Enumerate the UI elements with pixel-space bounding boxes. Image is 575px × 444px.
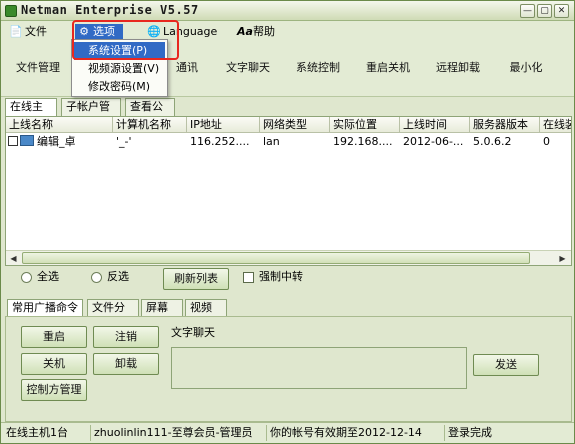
row-computer-name: '_-' [116, 135, 132, 148]
toolbar-file-manager[interactable]: 文件管理 [9, 56, 67, 80]
menu-item-change-password[interactable]: 修改密码(M) [74, 78, 165, 96]
logoff-button[interactable]: 注销 [93, 326, 159, 348]
app-window: Netman Enterprise V5.57 — ▢ ✕ 📄 文件 ⚙ 选项 … [0, 0, 575, 444]
force-relay-label: 强制中转 [259, 270, 303, 283]
toolbar-system-control[interactable]: 系统控制 [289, 56, 347, 80]
scroll-left-icon[interactable]: ◀ [6, 251, 21, 266]
row-name-cell: 编辑_卓 [8, 133, 113, 150]
uninstall-button[interactable]: 卸载 [93, 353, 159, 375]
restore-button[interactable]: ▢ [537, 4, 552, 18]
restart-button[interactable]: 重启 [21, 326, 87, 348]
annotation-highlight [72, 20, 179, 60]
select-all-label: 全选 [37, 270, 59, 283]
status-account: zhuolinlin111-至尊会员-管理员 [91, 425, 267, 441]
status-expiry: 你的帐号有效期至2012-12-14 [267, 425, 445, 441]
toolbar-restart-shutdown[interactable]: 重启关机 [359, 56, 417, 80]
row-server-version: 5.0.6.2 [473, 135, 512, 148]
toolbar-text-chat[interactable]: 文字聊天 [219, 56, 277, 80]
force-relay-checkbox[interactable] [243, 272, 254, 283]
send-button[interactable]: 发送 [473, 354, 539, 376]
help-icon: Aa [237, 25, 253, 38]
scroll-right-icon[interactable]: ▶ [555, 251, 570, 266]
col-online-install[interactable]: 在线装 [540, 117, 571, 133]
chat-input[interactable] [171, 347, 467, 389]
selection-options: 全选 反选 刷新列表 强制中转 [1, 265, 574, 295]
status-login: 登录完成 [448, 426, 492, 439]
row-location: 192.168.... [333, 135, 393, 148]
close-button[interactable]: ✕ [554, 4, 569, 18]
row-online-name: 编辑_卓 [37, 135, 76, 148]
col-computer-name[interactable]: 计算机名称 [113, 117, 187, 133]
status-online-count: 在线主机1台 [3, 425, 91, 441]
col-server-version[interactable]: 服务器版本 [470, 117, 540, 133]
col-location[interactable]: 实际位置 [330, 117, 400, 133]
row-network-type: lan [263, 135, 280, 148]
online-hosts-table: 上线名称 计算机名称 IP地址 网络类型 实际位置 上线时间 服务器版本 在线装… [5, 116, 572, 266]
tab-sub-accounts[interactable]: 子帐户管理 [61, 98, 121, 129]
tab-announcements[interactable]: 查看公告 [125, 98, 175, 129]
chat-label: 文字聊天 [171, 326, 215, 339]
toolbar-remote-uninstall[interactable]: 远程卸载 [429, 56, 487, 80]
select-all-radio[interactable] [21, 272, 32, 283]
invert-label: 反选 [107, 270, 129, 283]
tab-video-wall[interactable]: 视频墙 [185, 299, 227, 330]
tab-screen-wall[interactable]: 屏幕墙 [141, 299, 183, 330]
col-online-name[interactable]: 上线名称 [6, 117, 113, 133]
row-ip: 116.252.... [190, 135, 250, 148]
menu-item-video-source[interactable]: 视频源设置(V) [74, 60, 165, 78]
menu-file[interactable]: 📄 文件 [7, 24, 47, 40]
file-icon: 📄 [9, 25, 23, 38]
tab-online-hosts[interactable]: 在线主机 [5, 98, 57, 129]
col-network-type[interactable]: 网络类型 [260, 117, 330, 133]
invert-radio[interactable] [91, 272, 102, 283]
table-header: 上线名称 计算机名称 IP地址 网络类型 实际位置 上线时间 服务器版本 在线装 [6, 117, 571, 133]
menu-help[interactable]: Aa 帮助 [235, 24, 275, 40]
menu-help-label: 帮助 [253, 25, 275, 38]
title-bar: Netman Enterprise V5.57 — ▢ ✕ [1, 1, 574, 21]
scroll-thumb[interactable] [22, 252, 530, 264]
table-row[interactable]: 编辑_卓 '_-' 116.252.... lan 192.168.... 20… [6, 133, 571, 150]
refresh-list-button[interactable]: 刷新列表 [163, 268, 229, 290]
toolbar-minimize[interactable]: 最小化 [501, 56, 551, 80]
col-ip[interactable]: IP地址 [187, 117, 260, 133]
status-bar: 在线主机1台 zhuolinlin111-至尊会员-管理员 你的帐号有效期至20… [1, 422, 574, 443]
menu-file-label: 文件 [25, 25, 47, 38]
computer-icon [20, 135, 34, 146]
horizontal-scrollbar[interactable]: ◀ ▶ [6, 250, 571, 265]
window-title: Netman Enterprise V5.57 [21, 3, 199, 17]
controller-mgmt-button[interactable]: 控制方管理 [21, 379, 87, 401]
col-online-time[interactable]: 上线时间 [400, 117, 470, 133]
tab-file-distribution[interactable]: 文件分发 [87, 299, 139, 330]
minimize-button[interactable]: — [520, 4, 535, 18]
row-online-install: 0 [543, 135, 550, 148]
row-online-time: 2012-06-... [403, 135, 464, 148]
app-icon [5, 5, 17, 17]
row-checkbox[interactable] [8, 136, 18, 146]
shutdown-button[interactable]: 关机 [21, 353, 87, 375]
